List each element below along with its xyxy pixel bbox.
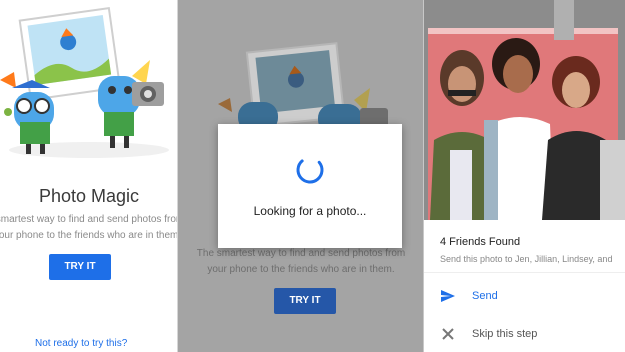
camera-icon xyxy=(132,82,164,106)
try-it-button[interactable]: TRY IT xyxy=(274,288,336,314)
results-screen: 4 Friends Found Send this photo to Jen, … xyxy=(424,0,625,352)
page-title: Photo Magic xyxy=(38,186,140,206)
loading-screen: The smartest way to find and send photos… xyxy=(178,0,424,352)
not-ready-link[interactable]: Not ready to try this? xyxy=(35,338,127,349)
dimmed-illustration xyxy=(218,42,388,130)
sheet-divider xyxy=(424,272,625,273)
friends-photo xyxy=(424,0,625,220)
photo-magic-illustration xyxy=(0,7,169,158)
send-label: Send xyxy=(472,290,498,302)
skip-label: Skip this step xyxy=(472,328,538,340)
send-icon xyxy=(441,290,455,302)
description-line-2: your phone to the friends who are in the… xyxy=(207,264,395,275)
send-option[interactable]: Send xyxy=(440,286,498,306)
description-line-2: our phone to the friends who are in them… xyxy=(0,230,178,241)
onboarding-screen: Photo Magic smartest way to find and sen… xyxy=(0,0,178,352)
loading-text: Looking for a photo... xyxy=(253,204,367,218)
loading-dialog: Looking for a photo... xyxy=(218,124,402,248)
skip-option[interactable]: Skip this step xyxy=(440,324,537,344)
description-line-1: smartest way to find and send photos fro… xyxy=(0,214,178,225)
description-line-1: The smartest way to find and send photos… xyxy=(196,248,406,259)
sheet-title: 4 Friends Found xyxy=(440,236,521,248)
friends-found-sheet: 4 Friends Found Send this photo to Jen, … xyxy=(424,220,625,352)
spinner-icon xyxy=(296,156,324,184)
close-icon xyxy=(442,328,454,340)
sheet-subtitle: Send this photo to Jen, Jillian, Lindsey… xyxy=(440,254,613,264)
try-it-button[interactable]: TRY IT xyxy=(49,254,111,280)
